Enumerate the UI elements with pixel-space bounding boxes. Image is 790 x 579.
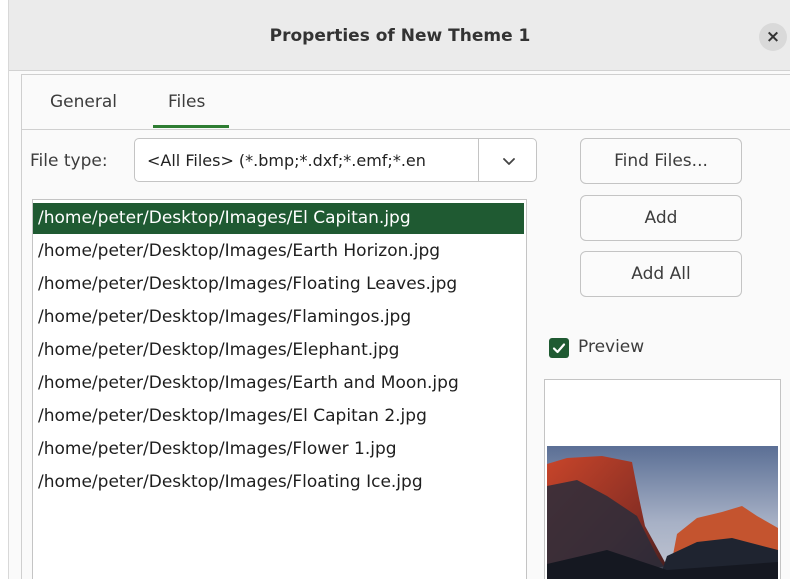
file-list[interactable]: /home/peter/Desktop/Images/El Capitan.jp… — [32, 199, 527, 579]
file-list-item[interactable]: /home/peter/Desktop/Images/El Capitan 2.… — [33, 401, 524, 432]
preview-checkbox[interactable] — [549, 338, 569, 358]
dialog-title: Properties of New Theme 1 — [269, 26, 531, 46]
add-button[interactable]: Add — [580, 195, 742, 241]
preview-image — [547, 446, 778, 579]
find-files-button[interactable]: Find Files... — [580, 138, 742, 184]
properties-dialog: Properties of New Theme 1 × General File… — [8, 0, 790, 579]
file-list-item[interactable]: /home/peter/Desktop/Images/Floating Ice.… — [33, 467, 524, 498]
file-list-item[interactable]: /home/peter/Desktop/Images/Flamingos.jpg — [33, 302, 524, 333]
file-list-item[interactable]: /home/peter/Desktop/Images/Earth Horizon… — [33, 236, 524, 267]
file-type-dropdown[interactable]: <All Files> (*.bmp;*.dxf;*.emf;*.en — [134, 138, 537, 182]
file-type-label: File type: — [30, 151, 108, 171]
preview-label[interactable]: Preview — [578, 337, 644, 357]
tab-general[interactable]: General — [50, 92, 117, 112]
active-tab-indicator — [153, 125, 229, 128]
file-list-item[interactable]: /home/peter/Desktop/Images/Earth and Moo… — [33, 368, 524, 399]
add-all-button[interactable]: Add All — [580, 251, 742, 297]
preview-pane — [544, 379, 781, 579]
checkmark-icon — [552, 343, 566, 354]
title-bar: Properties of New Theme 1 × — [9, 0, 790, 71]
tab-bar: General Files — [22, 75, 790, 130]
tabs-panel: General Files File type: <All Files> (*.… — [21, 74, 790, 579]
tab-files[interactable]: Files — [168, 92, 205, 112]
dropdown-separator — [478, 139, 479, 181]
close-icon: × — [765, 27, 781, 47]
chevron-down-icon[interactable] — [495, 151, 523, 171]
file-type-value: <All Files> (*.bmp;*.dxf;*.emf;*.en — [147, 151, 426, 170]
file-list-item[interactable]: /home/peter/Desktop/Images/Elephant.jpg — [33, 335, 524, 366]
file-list-item[interactable]: /home/peter/Desktop/Images/Flower 1.jpg — [33, 434, 524, 465]
close-button[interactable]: × — [759, 23, 787, 51]
file-list-item[interactable]: /home/peter/Desktop/Images/El Capitan.jp… — [33, 203, 524, 234]
file-list-item[interactable]: /home/peter/Desktop/Images/Floating Leav… — [33, 269, 524, 300]
